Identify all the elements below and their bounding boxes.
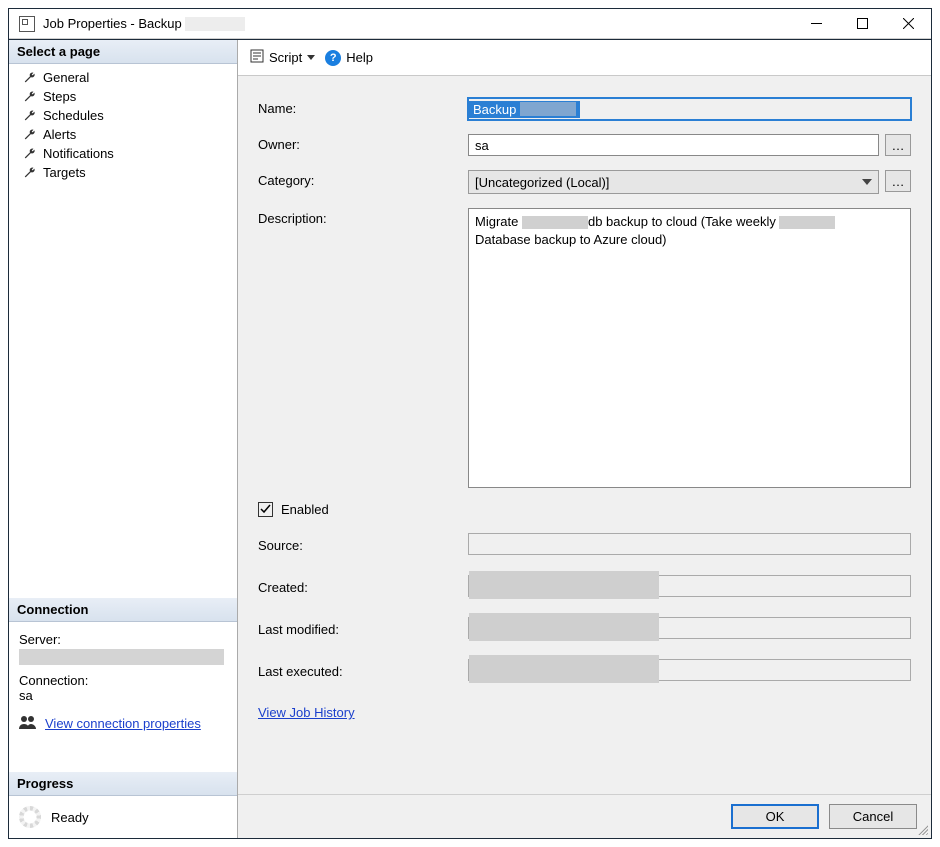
close-button[interactable] — [885, 9, 931, 39]
created-label: Created: — [258, 577, 468, 595]
progress-spinner-icon — [19, 806, 41, 828]
name-value-selected: Backup — [473, 102, 516, 117]
last-executed-label: Last executed: — [258, 661, 468, 679]
script-label: Script — [269, 50, 302, 65]
progress-heading: Progress — [9, 772, 237, 796]
window-title-text: Job Properties - Backup — [43, 16, 185, 31]
select-page-heading: Select a page — [9, 40, 237, 64]
redacted-name-suffix — [520, 102, 576, 116]
sidebar: Select a page General Steps Schedules Al… — [9, 40, 238, 838]
ok-label: OK — [766, 809, 785, 824]
desc-text: Database backup to Azure cloud) — [475, 232, 667, 247]
title-bar: Job Properties - Backup — [9, 9, 931, 39]
connection-body: Server: Connection: sa View connection p… — [9, 622, 237, 744]
name-label: Name: — [258, 98, 468, 116]
sidebar-item-label: Targets — [43, 165, 86, 180]
cancel-label: Cancel — [853, 809, 893, 824]
chevron-down-icon — [307, 55, 315, 60]
sidebar-item-notifications[interactable]: Notifications — [9, 144, 237, 163]
last-modified-field — [468, 617, 911, 639]
sidebar-item-general[interactable]: General — [9, 68, 237, 87]
connection-heading: Connection — [9, 598, 237, 622]
help-icon: ? — [325, 50, 341, 66]
toolbar: Script ? Help — [238, 40, 931, 76]
cancel-button[interactable]: Cancel — [829, 804, 917, 829]
redacted-value — [469, 613, 659, 641]
category-select[interactable]: [Uncategorized (Local)] — [468, 170, 879, 194]
description-label: Description: — [258, 208, 468, 226]
sidebar-item-schedules[interactable]: Schedules — [9, 106, 237, 125]
owner-label: Owner: — [258, 134, 468, 152]
people-icon — [19, 715, 37, 732]
maximize-button[interactable] — [839, 9, 885, 39]
dialog-footer: OK Cancel — [238, 794, 931, 838]
minimize-button[interactable] — [793, 9, 839, 39]
progress-status: Ready — [51, 810, 89, 825]
job-properties-dialog: Job Properties - Backup Select a page Ge… — [8, 8, 932, 839]
wrench-icon — [23, 147, 37, 161]
source-field — [468, 533, 911, 555]
owner-input[interactable] — [468, 134, 879, 156]
resize-grip-icon[interactable] — [916, 823, 928, 835]
redacted-value — [469, 655, 659, 683]
redacted-value — [469, 571, 659, 599]
redacted-server-name — [19, 649, 224, 665]
help-label: Help — [346, 50, 373, 65]
browse-owner-button[interactable]: … — [885, 134, 911, 156]
chevron-down-icon — [862, 179, 872, 185]
source-label: Source: — [258, 535, 468, 553]
script-icon — [250, 49, 264, 66]
form: Name: Backup Owner: … Category: — [238, 76, 931, 794]
wrench-icon — [23, 71, 37, 85]
window-title: Job Properties - Backup — [43, 16, 793, 32]
sidebar-item-alerts[interactable]: Alerts — [9, 125, 237, 144]
help-button[interactable]: ? Help — [325, 50, 373, 66]
window-icon — [19, 16, 35, 32]
created-field — [468, 575, 911, 597]
sidebar-item-steps[interactable]: Steps — [9, 87, 237, 106]
main-panel: Script ? Help Name: Backup — [238, 40, 931, 838]
name-input[interactable]: Backup — [468, 98, 911, 120]
browse-category-button[interactable]: … — [885, 170, 911, 192]
sidebar-item-targets[interactable]: Targets — [9, 163, 237, 182]
connection-label: Connection: — [19, 673, 227, 688]
wrench-icon — [23, 109, 37, 123]
wrench-icon — [23, 128, 37, 142]
last-modified-label: Last modified: — [258, 619, 468, 637]
connection-value: sa — [19, 688, 227, 703]
script-button[interactable]: Script — [250, 49, 315, 66]
redacted-text — [779, 216, 835, 229]
view-connection-properties-link[interactable]: View connection properties — [45, 716, 201, 731]
server-label: Server: — [19, 632, 227, 647]
sidebar-item-label: Schedules — [43, 108, 104, 123]
sidebar-item-label: Steps — [43, 89, 76, 104]
desc-text: Migrate — [475, 214, 522, 229]
sidebar-item-label: Alerts — [43, 127, 76, 142]
category-label: Category: — [258, 170, 468, 188]
wrench-icon — [23, 166, 37, 180]
wrench-icon — [23, 90, 37, 104]
ok-button[interactable]: OK — [731, 804, 819, 829]
category-value: [Uncategorized (Local)] — [475, 175, 609, 190]
sidebar-item-label: General — [43, 70, 89, 85]
redacted-text — [522, 216, 588, 229]
progress-body: Ready — [9, 796, 237, 838]
view-job-history-link[interactable]: View Job History — [258, 705, 355, 720]
desc-text: db backup to cloud (Take weekly — [588, 214, 780, 229]
page-list: General Steps Schedules Alerts Notificat… — [9, 64, 237, 186]
enabled-label: Enabled — [281, 502, 329, 517]
last-executed-field — [468, 659, 911, 681]
redacted-title-suffix — [185, 17, 245, 31]
sidebar-item-label: Notifications — [43, 146, 114, 161]
enabled-checkbox[interactable] — [258, 502, 273, 517]
description-textarea[interactable]: Migrate db backup to cloud (Take weekly … — [468, 208, 911, 488]
